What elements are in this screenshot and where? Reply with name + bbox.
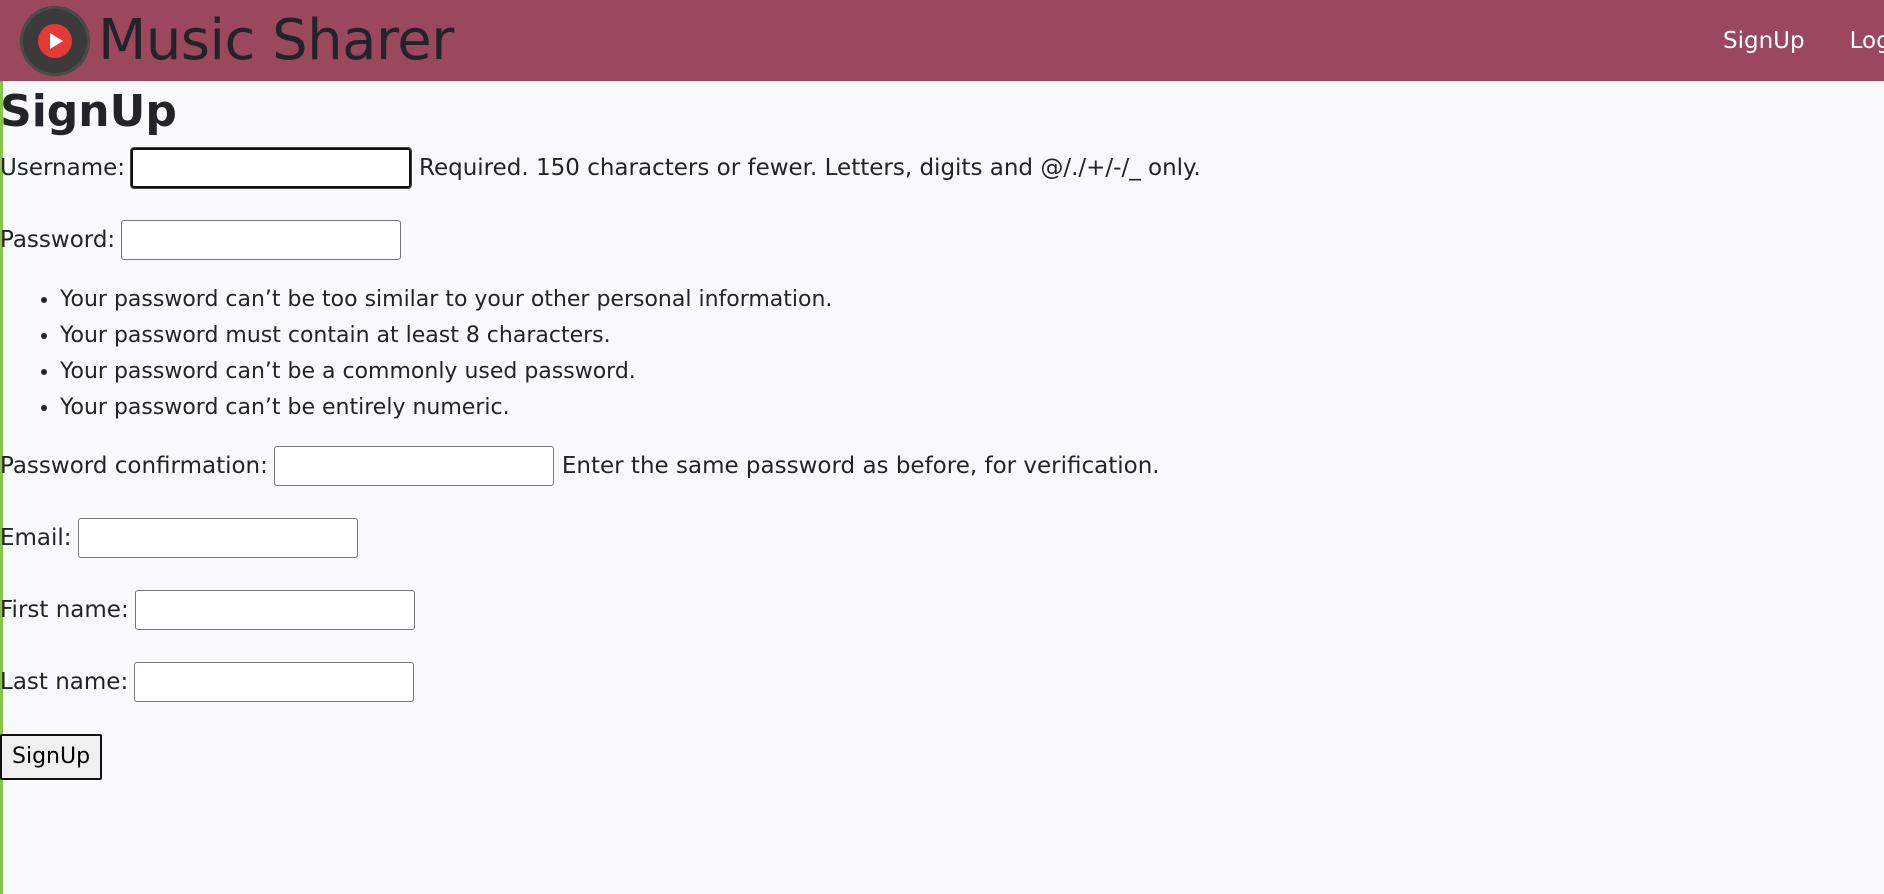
- signup-form: Username: Required. 150 characters or fe…: [0, 146, 1884, 780]
- password-label: Password:: [0, 226, 116, 253]
- username-help: Required. 150 characters or fewer. Lette…: [419, 154, 1201, 181]
- email-row: Email:: [0, 517, 1884, 558]
- email-input[interactable]: [77, 517, 358, 558]
- signup-button[interactable]: SignUp: [0, 733, 103, 780]
- password-row: Password:: [0, 219, 1884, 260]
- submit-row: SignUp: [0, 733, 1884, 780]
- logo-inner: [38, 23, 72, 58]
- first-name-input[interactable]: [134, 589, 415, 630]
- password-confirmation-label: Password confirmation:: [0, 452, 268, 479]
- first-name-row: First name:: [0, 589, 1884, 630]
- nav-link-signup[interactable]: SignUp: [1723, 28, 1805, 54]
- brand[interactable]: Music Sharer: [20, 5, 454, 76]
- email-label: Email:: [0, 524, 72, 551]
- nav-links: SignUp Log: [1723, 0, 1884, 81]
- password-rule: Your password must contain at least 8 ch…: [60, 318, 1884, 354]
- main-content: SignUp Username: Required. 150 character…: [0, 81, 1884, 780]
- nav-link-login[interactable]: Log: [1850, 28, 1884, 54]
- password-rule: Your password can’t be entirely numeric.: [60, 390, 1884, 426]
- play-circle-icon: [20, 5, 90, 76]
- password-rules: Your password can’t be too similar to yo…: [0, 282, 1884, 426]
- password-confirmation-input[interactable]: [273, 445, 554, 486]
- navbar: Music Sharer SignUp Log: [0, 0, 1884, 81]
- page-title: SignUp: [0, 86, 177, 137]
- play-triangle-icon: [50, 32, 63, 49]
- username-label: Username:: [0, 154, 125, 181]
- username-input[interactable]: [130, 146, 412, 189]
- first-name-label: First name:: [0, 596, 129, 623]
- password-confirmation-row: Password confirmation: Enter the same pa…: [0, 445, 1884, 486]
- last-name-input[interactable]: [134, 661, 415, 702]
- last-name-label: Last name:: [0, 668, 129, 695]
- password-rule: Your password can’t be a commonly used p…: [60, 354, 1884, 390]
- brand-title[interactable]: Music Sharer: [98, 12, 454, 69]
- last-name-row: Last name:: [0, 661, 1884, 702]
- username-row: Username: Required. 150 characters or fe…: [0, 146, 1884, 189]
- password-rule: Your password can’t be too similar to yo…: [60, 282, 1884, 318]
- password-input[interactable]: [121, 219, 402, 260]
- password-confirmation-help: Enter the same password as before, for v…: [561, 452, 1160, 479]
